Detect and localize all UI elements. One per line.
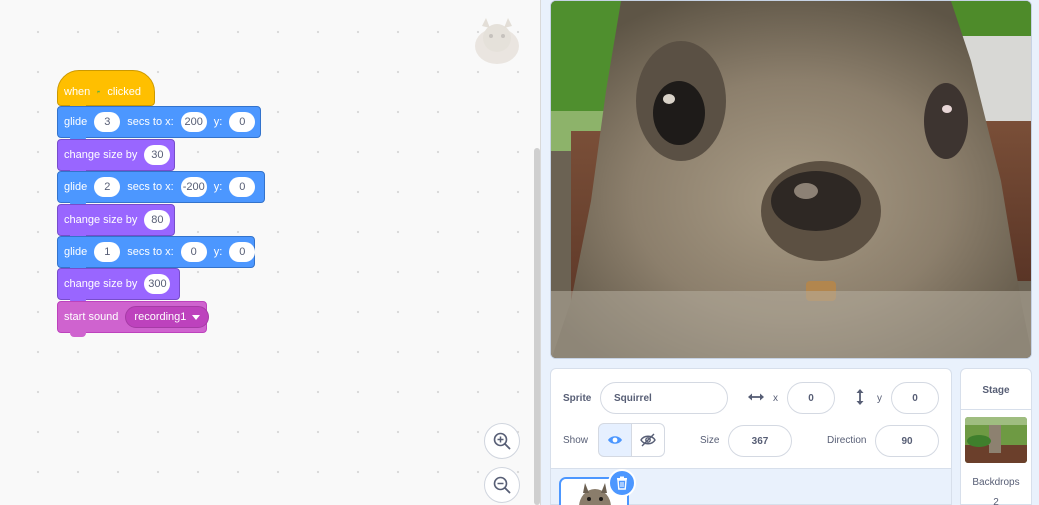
- block-label: change size by: [64, 278, 138, 290]
- glide-block[interactable]: glide 3 secs to x: 200 y: 0: [57, 106, 261, 142]
- x-label: x: [773, 393, 778, 404]
- y-label: y: [877, 393, 882, 404]
- when-flag-clicked-block[interactable]: when clicked: [57, 70, 155, 110]
- size-label: Size: [700, 435, 720, 446]
- when-label: when: [64, 86, 91, 98]
- backdrops-label: Backdrops: [972, 477, 1020, 488]
- scratch-editor: when clicked glide 3 secs to x: 200 y: 0…: [0, 0, 1039, 505]
- y-position-input[interactable]: 0: [891, 382, 939, 414]
- block-label: change size by: [64, 214, 138, 226]
- zoom-in-icon: [493, 432, 511, 450]
- glide-block[interactable]: glide 2 secs to x: -200 y: 0: [57, 171, 265, 207]
- x-input[interactable]: -200: [180, 177, 207, 197]
- backdrops-count: 2: [993, 497, 999, 505]
- horizontal-arrows-icon: [748, 393, 764, 401]
- stage-selector-panel[interactable]: Stage Backdrops 2: [960, 368, 1032, 505]
- size-input[interactable]: 300: [144, 274, 171, 294]
- x-position-input[interactable]: 0: [787, 382, 835, 414]
- block-label: glide: [64, 181, 88, 193]
- y-input[interactable]: 0: [229, 177, 256, 197]
- zoom-out-button[interactable]: [484, 467, 520, 503]
- secs-input[interactable]: 3: [94, 112, 121, 132]
- clicked-label: clicked: [107, 86, 141, 98]
- delete-sprite-button[interactable]: [608, 469, 636, 497]
- secs-input[interactable]: 1: [94, 242, 121, 262]
- zoom-out-icon: [493, 476, 511, 494]
- show-hidden-button[interactable]: [631, 423, 665, 457]
- vertical-arrows-icon: [856, 389, 864, 405]
- change-size-block[interactable]: change size by 300: [57, 268, 180, 304]
- x-input[interactable]: 200: [180, 112, 207, 132]
- code-area[interactable]: when clicked glide 3 secs to x: 200 y: 0…: [0, 0, 541, 505]
- block-label: secs to x:: [127, 116, 174, 128]
- size-input[interactable]: 80: [144, 210, 171, 230]
- code-scrollbar[interactable]: [534, 148, 540, 505]
- sprite-info-panel: Sprite Squirrel x 0 y 0 Show Size 367 Di…: [550, 368, 952, 469]
- block-label: secs to x:: [127, 246, 174, 258]
- sprite-list: [550, 469, 952, 505]
- sound-dropdown[interactable]: recording1: [125, 306, 210, 328]
- eye-icon: [608, 436, 622, 444]
- divider: [961, 409, 1031, 410]
- size-input[interactable]: 367: [728, 425, 792, 457]
- direction-input[interactable]: 90: [875, 425, 939, 457]
- squirrel-stage-image: [551, 1, 1031, 358]
- block-label: glide: [64, 116, 88, 128]
- start-sound-block[interactable]: start sound recording1: [57, 301, 210, 337]
- green-flag-icon: [97, 90, 100, 94]
- backdrop-thumbnail[interactable]: [965, 417, 1027, 463]
- sprite-watermark-icon: [475, 18, 519, 64]
- change-size-block[interactable]: change size by 80: [57, 204, 175, 240]
- block-label: start sound: [64, 311, 119, 323]
- x-input[interactable]: 0: [180, 242, 207, 262]
- backdrop-thumbnail-image: [965, 417, 1027, 463]
- glide-block[interactable]: glide 1 secs to x: 0 y: 0: [57, 236, 256, 272]
- zoom-in-button[interactable]: [484, 423, 520, 459]
- show-label: Show: [563, 435, 589, 446]
- secs-input[interactable]: 2: [94, 177, 121, 197]
- stage-canvas[interactable]: [550, 0, 1032, 359]
- show-visible-button[interactable]: [598, 423, 632, 457]
- dropdown-caret-icon: [192, 314, 201, 320]
- block-label: change size by: [64, 149, 138, 161]
- sprite-name-input[interactable]: Squirrel: [600, 382, 728, 414]
- stage-title: Stage: [982, 385, 1010, 396]
- y-input[interactable]: 0: [229, 112, 256, 132]
- trash-icon: [617, 476, 627, 490]
- block-label: y:: [213, 246, 223, 258]
- block-label: y:: [213, 181, 223, 193]
- eye-hidden-icon: [640, 433, 656, 447]
- y-input[interactable]: 0: [229, 242, 256, 262]
- size-input[interactable]: 30: [144, 145, 171, 165]
- sound-name: recording1: [134, 311, 187, 323]
- direction-label: Direction: [827, 435, 867, 446]
- change-size-block[interactable]: change size by 30: [57, 139, 175, 175]
- sprite-label: Sprite: [563, 393, 592, 404]
- block-label: secs to x:: [127, 181, 174, 193]
- block-label: y:: [213, 116, 223, 128]
- block-label: glide: [64, 246, 88, 258]
